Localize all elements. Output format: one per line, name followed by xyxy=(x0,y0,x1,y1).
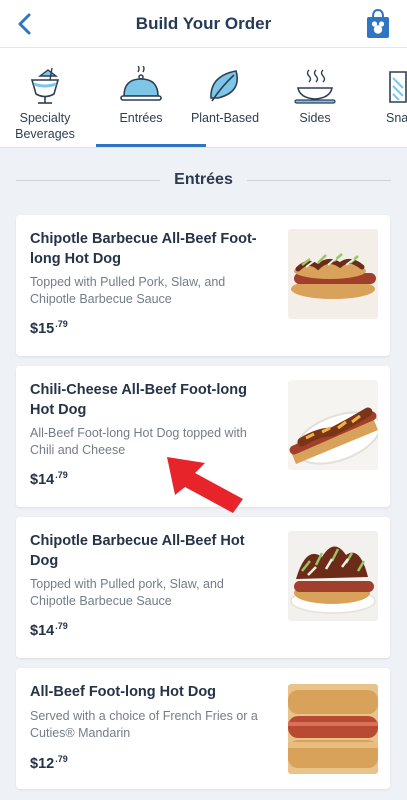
item-photo xyxy=(288,229,378,319)
tab-label: Plant-Based xyxy=(190,111,260,125)
item-name: Chipotle Barbecue All-Beef Foot-long Hot… xyxy=(30,231,257,267)
leaf-icon xyxy=(210,70,238,102)
tab-label: Snacks xyxy=(386,111,407,125)
item-name: Chipotle Barbecue All-Beef Hot Dog xyxy=(30,533,245,569)
menu-item-card[interactable]: All-Beef Foot-long Hot Dog Served with a… xyxy=(16,668,390,789)
price-cents: .79 xyxy=(55,319,68,329)
item-price: $14.79 xyxy=(30,470,68,488)
item-price: $14.79 xyxy=(30,621,68,639)
price-dollars: $12 xyxy=(30,756,55,772)
item-name: All-Beef Foot-long Hot Dog xyxy=(30,684,217,700)
price-dollars: $14 xyxy=(30,623,55,639)
menu-item-card[interactable]: Chipotle Barbecue All-Beef Hot Dog Toppe… xyxy=(16,517,390,658)
red-arrow-icon xyxy=(167,457,243,513)
tab-sides[interactable]: Sides xyxy=(270,48,360,147)
item-description: All-Beef Foot-long Hot Dog topped with C… xyxy=(30,426,247,457)
price-dollars: $14 xyxy=(30,472,55,488)
price-dollars: $15 xyxy=(30,321,55,337)
item-name: Chili-Cheese All-Beef Foot-long Hot Dog xyxy=(30,382,247,418)
item-description: Served with a choice of French Fries or … xyxy=(30,709,258,740)
item-photo xyxy=(288,531,378,621)
item-price: $15.79 xyxy=(30,319,68,337)
tab-entrees[interactable]: Entrées xyxy=(96,48,206,147)
item-description: Topped with Pulled pork, Slaw, and Chipo… xyxy=(30,577,224,608)
price-cents: .79 xyxy=(55,754,68,764)
section-header: Entrées xyxy=(0,163,407,197)
snack-icon xyxy=(389,71,407,103)
item-price: $12.79 xyxy=(30,754,68,772)
item-description: Topped with Pulled Pork, Slaw, and Chipo… xyxy=(30,275,226,306)
divider xyxy=(247,180,391,181)
item-photo xyxy=(288,684,378,774)
price-cents: .79 xyxy=(55,621,68,631)
price-cents: .79 xyxy=(55,470,68,480)
tab-snacks[interactable]: Snacks xyxy=(360,48,407,147)
app-header: Build Your Order xyxy=(0,0,407,48)
cloche-icon xyxy=(120,66,162,101)
menu-item-card[interactable]: Chipotle Barbecue All-Beef Foot-long Hot… xyxy=(16,215,390,356)
tab-label: Sides xyxy=(299,111,331,125)
category-tabs: Specialty Beverages Entrées Plant-Based … xyxy=(0,48,407,148)
tab-label: Specialty Beverages xyxy=(15,111,75,141)
tab-plant-based[interactable]: Plant-Based xyxy=(180,48,270,147)
page-title: Build Your Order xyxy=(135,14,272,33)
beverage-icon xyxy=(30,67,60,104)
tab-specialty-beverages[interactable]: Specialty Beverages xyxy=(0,48,90,147)
soup-bowl-icon xyxy=(294,69,336,104)
item-photo xyxy=(288,380,378,470)
shopping-bag-icon[interactable] xyxy=(365,8,391,40)
